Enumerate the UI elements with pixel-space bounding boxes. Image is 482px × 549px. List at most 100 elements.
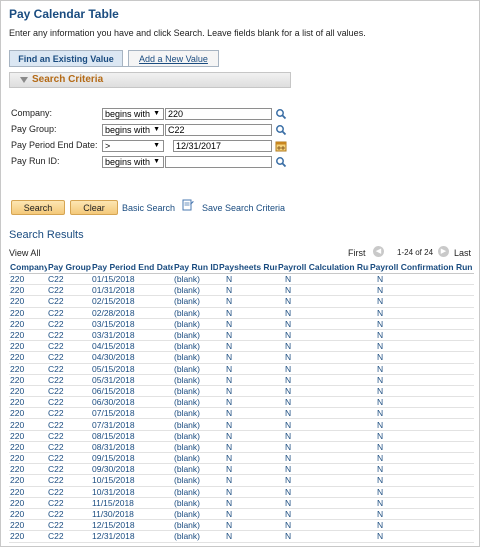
search-button[interactable]: Search [11, 200, 65, 215]
cell-paysheets-run[interactable]: N [218, 407, 277, 420]
cell-pay-group[interactable]: C22 [47, 363, 91, 375]
cell-company[interactable]: 220 [9, 363, 47, 375]
table-row[interactable]: 220 C22 08/31/2018 (blank) N N N [9, 441, 474, 454]
cell-pay-period-end-date[interactable]: 07/15/2018 [91, 407, 173, 420]
cell-payroll-calculation-run[interactable]: N [277, 497, 369, 509]
cell-company[interactable]: 220 [9, 340, 47, 353]
cell-paysheets-run[interactable]: N [218, 486, 277, 498]
cell-pay-period-end-date[interactable]: 04/30/2018 [91, 351, 173, 364]
cell-paysheets-run[interactable]: N [218, 530, 277, 543]
cell-payroll-calculation-run[interactable]: N [277, 307, 369, 319]
cell-payroll-confirmation-run[interactable]: N [369, 530, 474, 543]
cell-paysheets-run[interactable]: N [218, 340, 277, 353]
cell-pay-run-id[interactable]: (blank) [173, 407, 218, 420]
view-all-link[interactable]: View All [9, 248, 40, 258]
cell-pay-run-id[interactable]: (blank) [173, 441, 218, 454]
search-icon[interactable] [275, 124, 287, 136]
cell-pay-run-id[interactable]: (blank) [173, 385, 218, 398]
company-input[interactable]: 220 [165, 108, 272, 120]
table-row[interactable]: 220 C22 01/31/2018 (blank) N N N [9, 284, 474, 297]
cell-pay-group[interactable]: C22 [47, 530, 91, 543]
cell-payroll-calculation-run[interactable]: N [277, 273, 369, 286]
cell-paysheets-run[interactable]: N [218, 430, 277, 442]
cell-company[interactable]: 220 [9, 486, 47, 498]
cell-paysheets-run[interactable]: N [218, 307, 277, 319]
cell-pay-group[interactable]: C22 [47, 430, 91, 442]
cell-payroll-calculation-run[interactable]: N [277, 351, 369, 364]
cell-paysheets-run[interactable]: N [218, 474, 277, 487]
cell-pay-period-end-date[interactable]: 12/15/2018 [91, 519, 173, 532]
cell-payroll-calculation-run[interactable]: N [277, 463, 369, 476]
cell-payroll-calculation-run[interactable]: N [277, 452, 369, 465]
cell-pay-period-end-date[interactable]: 01/15/2018 [91, 273, 173, 286]
cell-pay-period-end-date[interactable]: 01/31/2018 [91, 284, 173, 297]
cell-payroll-calculation-run[interactable]: N [277, 374, 369, 386]
cell-pay-run-id[interactable]: (blank) [173, 452, 218, 465]
cell-pay-group[interactable]: C22 [47, 407, 91, 420]
cell-payroll-confirmation-run[interactable]: N [369, 474, 474, 487]
pay-run-id-input[interactable] [165, 156, 272, 168]
cell-pay-group[interactable]: C22 [47, 474, 91, 487]
cell-payroll-calculation-run[interactable]: N [277, 486, 369, 498]
cell-pay-run-id[interactable]: (blank) [173, 430, 218, 442]
pay-period-end-date-operator-select[interactable]: > ▼ [102, 140, 164, 152]
cell-payroll-confirmation-run[interactable]: N [369, 351, 474, 364]
cell-pay-period-end-date[interactable]: 06/15/2018 [91, 385, 173, 398]
table-row[interactable]: 220 C22 08/15/2018 (blank) N N N [9, 430, 474, 442]
cell-paysheets-run[interactable]: N [218, 463, 277, 476]
cell-pay-group[interactable]: C22 [47, 351, 91, 364]
cell-pay-run-id[interactable]: (blank) [173, 486, 218, 498]
cell-company[interactable]: 220 [9, 530, 47, 543]
cell-payroll-calculation-run[interactable]: N [277, 295, 369, 308]
search-icon[interactable] [275, 108, 287, 120]
pager-last-label[interactable]: Last [454, 248, 471, 258]
cell-paysheets-run[interactable]: N [218, 284, 277, 297]
cell-company[interactable]: 220 [9, 418, 47, 431]
cell-paysheets-run[interactable]: N [218, 318, 277, 330]
pay-group-operator-select[interactable]: begins with ▼ [102, 124, 164, 136]
cell-pay-period-end-date[interactable]: 10/15/2018 [91, 474, 173, 487]
table-row[interactable]: 220 C22 05/31/2018 (blank) N N N [9, 374, 474, 386]
cell-pay-group[interactable]: C22 [47, 452, 91, 465]
cell-pay-run-id[interactable]: (blank) [173, 340, 218, 353]
cell-pay-run-id[interactable]: (blank) [173, 363, 218, 375]
cell-pay-group[interactable]: C22 [47, 508, 91, 521]
table-row[interactable]: 220 C22 07/15/2018 (blank) N N N [9, 407, 474, 420]
pay-period-end-date-input[interactable]: 12/31/2017 [173, 140, 272, 152]
company-operator-select[interactable]: begins with ▼ [102, 108, 164, 120]
cell-pay-run-id[interactable]: (blank) [173, 519, 218, 532]
cell-paysheets-run[interactable]: N [218, 519, 277, 532]
table-row[interactable]: 220 C22 10/31/2018 (blank) N N N [9, 486, 474, 498]
cell-pay-group[interactable]: C22 [47, 374, 91, 386]
cell-company[interactable]: 220 [9, 396, 47, 409]
cell-company[interactable]: 220 [9, 407, 47, 420]
cell-pay-run-id[interactable]: (blank) [173, 329, 218, 342]
cell-pay-period-end-date[interactable]: 05/31/2018 [91, 374, 173, 386]
cell-pay-period-end-date[interactable]: 02/15/2018 [91, 295, 173, 308]
cell-payroll-confirmation-run[interactable]: N [369, 519, 474, 532]
cell-pay-run-id[interactable]: (blank) [173, 530, 218, 543]
clear-button[interactable]: Clear [70, 200, 118, 215]
cell-payroll-confirmation-run[interactable]: N [369, 307, 474, 319]
cell-payroll-confirmation-run[interactable]: N [369, 363, 474, 375]
cell-pay-period-end-date[interactable]: 08/31/2018 [91, 441, 173, 454]
cell-paysheets-run[interactable]: N [218, 452, 277, 465]
cell-pay-period-end-date[interactable]: 03/15/2018 [91, 318, 173, 330]
cell-pay-run-id[interactable]: (blank) [173, 284, 218, 297]
cell-pay-group[interactable]: C22 [47, 441, 91, 454]
cell-pay-period-end-date[interactable]: 09/30/2018 [91, 463, 173, 476]
cell-payroll-confirmation-run[interactable]: N [369, 396, 474, 409]
cell-payroll-calculation-run[interactable]: N [277, 284, 369, 297]
cell-pay-run-id[interactable]: (blank) [173, 374, 218, 386]
table-row[interactable]: 220 C22 05/15/2018 (blank) N N N [9, 363, 474, 375]
cell-pay-run-id[interactable]: (blank) [173, 497, 218, 509]
cell-pay-group[interactable]: C22 [47, 519, 91, 532]
cell-payroll-confirmation-run[interactable]: N [369, 441, 474, 454]
cell-payroll-confirmation-run[interactable]: N [369, 284, 474, 297]
cell-payroll-confirmation-run[interactable]: N [369, 273, 474, 286]
table-row[interactable]: 220 C22 03/15/2018 (blank) N N N [9, 318, 474, 330]
cell-pay-group[interactable]: C22 [47, 486, 91, 498]
cell-payroll-calculation-run[interactable]: N [277, 396, 369, 409]
table-row[interactable]: 220 C22 01/15/2018 (blank) N N N [9, 273, 474, 286]
pay-run-id-operator-select[interactable]: begins with ▼ [102, 156, 164, 168]
